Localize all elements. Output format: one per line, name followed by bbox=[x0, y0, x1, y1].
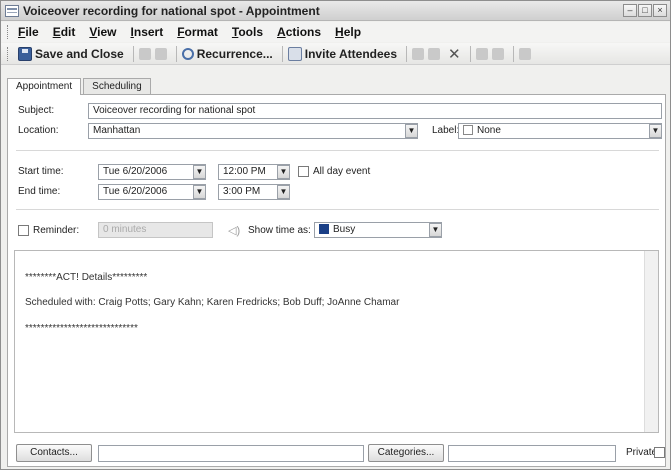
print-icon[interactable] bbox=[138, 47, 151, 60]
recurrence-label: Recurrence... bbox=[196, 46, 273, 61]
all-day-label: All day event bbox=[313, 166, 371, 177]
divider bbox=[16, 150, 659, 151]
chevron-down-icon[interactable]: ▼ bbox=[193, 185, 206, 199]
menu-grip-icon[interactable] bbox=[7, 25, 10, 39]
menu-help[interactable]: Help bbox=[335, 25, 361, 39]
show-time-as-value: Busy bbox=[333, 224, 356, 235]
reminder-checkbox[interactable] bbox=[18, 225, 29, 236]
toolbar-separator bbox=[512, 45, 514, 62]
invite-attendees-button[interactable]: Invite Attendees bbox=[287, 46, 398, 61]
chevron-down-icon[interactable]: ▼ bbox=[277, 165, 290, 179]
invite-attendees-label: Invite Attendees bbox=[304, 46, 398, 61]
start-date-input[interactable]: Tue 6/20/2006 bbox=[98, 164, 206, 180]
toolbar-separator bbox=[281, 45, 283, 62]
appointment-icon bbox=[5, 4, 19, 17]
end-time-label: End time: bbox=[18, 186, 61, 197]
toolbar-separator bbox=[406, 45, 408, 62]
recurrence-button[interactable]: Recurrence... bbox=[181, 46, 273, 61]
location-label: Location: bbox=[18, 125, 59, 136]
maximize-icon[interactable]: □ bbox=[638, 4, 652, 17]
save-and-close-button[interactable]: Save and Close bbox=[18, 46, 124, 61]
recurrence-icon bbox=[181, 47, 194, 60]
tab-appointment[interactable]: Appointment bbox=[7, 78, 82, 95]
label-select[interactable]: None bbox=[458, 123, 662, 139]
save-and-close-label: Save and Close bbox=[35, 46, 124, 61]
label-color-swatch bbox=[463, 125, 473, 136]
delete-icon[interactable]: ✕ bbox=[448, 45, 461, 63]
importance-low-icon[interactable] bbox=[428, 47, 441, 60]
end-date-input[interactable]: Tue 6/20/2006 bbox=[98, 184, 206, 200]
save-icon bbox=[18, 46, 32, 61]
notes-line: Scheduled with: Craig Potts; Gary Kahn; … bbox=[25, 297, 400, 308]
toolbar-separator bbox=[469, 45, 471, 62]
menu-tools[interactable]: Tools bbox=[232, 25, 263, 39]
appointment-window: Voiceover recording for national spot - … bbox=[0, 0, 671, 470]
label-value: None bbox=[477, 125, 501, 136]
location-input[interactable]: Manhattan bbox=[88, 123, 418, 139]
notes-body[interactable]: ********ACT! Details********* Scheduled … bbox=[14, 250, 659, 433]
all-day-checkbox[interactable] bbox=[298, 166, 309, 177]
menu-actions[interactable]: Actions bbox=[277, 25, 321, 39]
toolbar-grip-icon[interactable] bbox=[7, 46, 10, 61]
next-item-icon[interactable] bbox=[491, 47, 504, 60]
categories-input[interactable] bbox=[448, 445, 616, 462]
notes-scrollbar[interactable] bbox=[644, 251, 658, 432]
chevron-down-icon[interactable]: ▼ bbox=[193, 165, 206, 179]
divider bbox=[16, 209, 659, 210]
reminder-select[interactable]: 0 minutes bbox=[98, 222, 213, 238]
toolbar-separator bbox=[175, 45, 177, 62]
private-checkbox[interactable] bbox=[654, 447, 665, 458]
invite-icon bbox=[287, 46, 302, 61]
reminder-label: Reminder: bbox=[33, 225, 80, 236]
start-time-label: Start time: bbox=[18, 166, 64, 177]
busy-color-swatch bbox=[319, 224, 329, 235]
toolbar: Save and Close Recurrence... Invite Atte… bbox=[1, 43, 670, 65]
chevron-down-icon[interactable]: ▼ bbox=[649, 124, 662, 138]
close-icon[interactable]: × bbox=[653, 4, 667, 17]
chevron-down-icon[interactable]: ▼ bbox=[277, 185, 290, 199]
speaker-icon[interactable]: ◁) bbox=[228, 224, 240, 237]
contacts-button[interactable]: Contacts... bbox=[16, 444, 92, 462]
menu-bar: File Edit View Insert Format Tools Actio… bbox=[1, 22, 670, 42]
window-title: Voiceover recording for national spot - … bbox=[23, 3, 320, 18]
menu-file[interactable]: File bbox=[18, 25, 39, 39]
title-bar: Voiceover recording for national spot - … bbox=[1, 1, 670, 21]
private-label: Private bbox=[626, 447, 658, 458]
menu-insert[interactable]: Insert bbox=[131, 25, 164, 39]
subject-input[interactable]: Voiceover recording for national spot bbox=[88, 103, 662, 119]
menu-view[interactable]: View bbox=[89, 25, 116, 39]
previous-item-icon[interactable] bbox=[475, 47, 488, 60]
tab-strip: Appointment Scheduling bbox=[7, 78, 153, 95]
show-time-as-label: Show time as: bbox=[248, 225, 311, 236]
contacts-input[interactable] bbox=[98, 445, 364, 462]
attach-icon[interactable] bbox=[154, 47, 167, 60]
categories-button[interactable]: Categories... bbox=[368, 444, 444, 462]
tab-scheduling[interactable]: Scheduling bbox=[83, 78, 151, 94]
menu-edit[interactable]: Edit bbox=[53, 25, 76, 39]
notes-line: ********ACT! Details********* bbox=[25, 272, 148, 283]
chevron-down-icon[interactable]: ▼ bbox=[405, 124, 418, 138]
label-label: Label: bbox=[432, 125, 460, 136]
window-controls: – □ × bbox=[623, 4, 667, 17]
subject-label: Subject: bbox=[18, 105, 55, 116]
minimize-icon[interactable]: – bbox=[623, 4, 637, 17]
importance-high-icon[interactable] bbox=[412, 47, 425, 60]
show-time-as-select[interactable]: Busy bbox=[314, 222, 442, 238]
notes-line: ***************************** bbox=[25, 323, 138, 334]
toolbar-separator bbox=[132, 45, 134, 62]
menu-format[interactable]: Format bbox=[177, 25, 218, 39]
help-icon[interactable] bbox=[518, 47, 531, 60]
appointment-panel: Subject: Voiceover recording for nationa… bbox=[7, 94, 666, 467]
chevron-down-icon[interactable]: ▼ bbox=[429, 223, 442, 237]
